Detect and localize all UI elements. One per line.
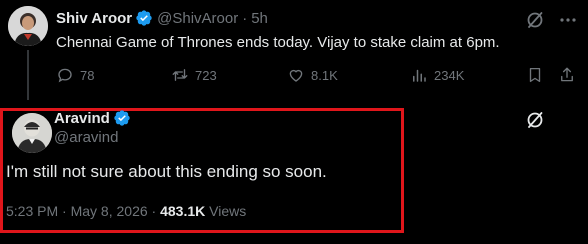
reply-views-count: 483.1K bbox=[160, 203, 206, 219]
reply-count: 78 bbox=[80, 67, 95, 83]
parent-avatar[interactable] bbox=[8, 6, 48, 46]
reply-tweet-text: I'm still not sure about this ending so … bbox=[6, 162, 327, 181]
parent-tweet[interactable]: Shiv Aroor @ShivAroor · 5h Chennai Game … bbox=[0, 0, 588, 100]
retweet-count: 723 bbox=[195, 67, 217, 83]
reply-icon bbox=[58, 68, 72, 83]
separator: · bbox=[151, 203, 157, 219]
reply-views-label: Views bbox=[209, 203, 247, 219]
like-count: 8.1K bbox=[311, 67, 338, 83]
reply-meta: 5:23 PM · May 8, 2026 · 483.1K Views bbox=[6, 203, 246, 219]
verified-badge-icon bbox=[135, 9, 153, 27]
grok-icon[interactable] bbox=[525, 10, 545, 30]
thread-line bbox=[27, 50, 29, 100]
retweet-icon bbox=[172, 69, 188, 81]
reply-author-name[interactable]: Aravind bbox=[54, 110, 110, 127]
views-button[interactable]: 234K bbox=[410, 66, 464, 84]
parent-handle[interactable]: @ShivAroor bbox=[157, 10, 238, 27]
reply-time[interactable]: 5:23 PM bbox=[6, 203, 58, 219]
share-button[interactable] bbox=[558, 66, 576, 84]
parent-action-bar: 78 723 8.1K 234K bbox=[56, 66, 578, 84]
reply-handle[interactable]: @aravind bbox=[54, 129, 118, 146]
parent-header: Shiv Aroor @ShivAroor · 5h bbox=[56, 9, 268, 27]
reply-avatar[interactable] bbox=[12, 113, 52, 153]
parent-timestamp[interactable]: 5h bbox=[251, 10, 268, 27]
parent-tweet-text: Chennai Game of Thrones ends today. Vija… bbox=[56, 34, 500, 51]
reply-date[interactable]: May 8, 2026 bbox=[71, 203, 148, 219]
bookmark-icon bbox=[529, 67, 541, 83]
views-chart-icon bbox=[413, 69, 426, 82]
grok-icon[interactable] bbox=[525, 110, 545, 130]
like-button[interactable]: 8.1K bbox=[287, 66, 338, 84]
retweet-button[interactable]: 723 bbox=[171, 66, 217, 84]
parent-author-name[interactable]: Shiv Aroor bbox=[56, 10, 132, 27]
reply-button[interactable]: 78 bbox=[56, 66, 94, 84]
heart-icon bbox=[289, 69, 303, 82]
reply-header: Aravind bbox=[54, 109, 135, 127]
separator: · bbox=[242, 9, 248, 27]
bookmark-button[interactable] bbox=[526, 66, 544, 84]
more-icon[interactable] bbox=[558, 10, 578, 30]
views-count: 234K bbox=[434, 67, 465, 83]
separator: · bbox=[62, 203, 67, 219]
share-icon bbox=[561, 67, 573, 82]
verified-badge-icon bbox=[113, 109, 131, 127]
